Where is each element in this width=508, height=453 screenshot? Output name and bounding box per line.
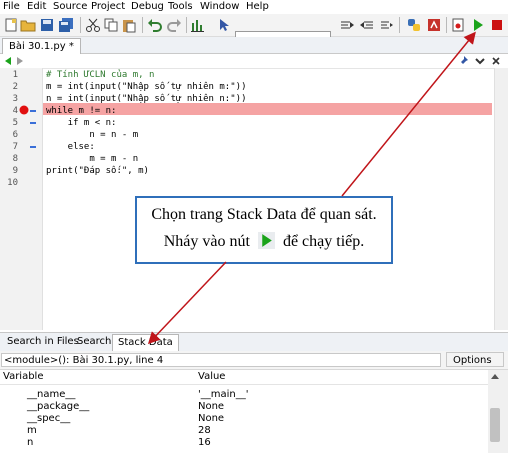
arrow-to-stack-data-tab	[147, 261, 227, 345]
variable-name[interactable]: __package__	[27, 401, 89, 412]
menu-bar: File Edit Source Project Debug Tools Win…	[0, 0, 508, 14]
fold-marker-icon[interactable]	[30, 110, 36, 112]
line-number: 10	[7, 178, 18, 188]
file-tab[interactable]: Bài 30.1.py *	[2, 38, 81, 54]
run-icon	[257, 232, 275, 249]
debug-icon[interactable]	[450, 17, 466, 33]
line-number: 7	[12, 142, 18, 152]
line-number: 4	[12, 106, 18, 116]
options-label: Options	[453, 355, 492, 366]
find-next-icon[interactable]	[339, 17, 355, 33]
callout-line-1: Chọn trang Stack Data để quan sát.	[151, 206, 377, 223]
forward-icon[interactable]	[15, 56, 25, 66]
copy-icon[interactable]	[103, 17, 119, 33]
stack-frame-select[interactable]: <module>(): Bài 30.1.py, line 4	[1, 353, 441, 367]
open-folder-icon[interactable]	[20, 17, 36, 33]
scroll-up-icon[interactable]	[490, 372, 500, 380]
fold-marker-icon[interactable]	[30, 122, 36, 124]
editor-scrollbar[interactable]	[494, 68, 508, 330]
scrollbar-thumb[interactable]	[490, 408, 500, 442]
menu-window[interactable]: Window	[200, 1, 239, 12]
tab-stack-data[interactable]: Stack Data	[112, 334, 179, 351]
back-icon[interactable]	[3, 56, 13, 66]
new-file-icon[interactable]	[3, 17, 19, 33]
menu-tools[interactable]: Tools	[168, 1, 193, 12]
code-line: if m < n:	[46, 118, 117, 128]
line-number: 9	[12, 166, 18, 176]
variable-name[interactable]: n	[27, 437, 33, 448]
col-variable: Variable	[3, 371, 44, 382]
python-icon[interactable]	[406, 17, 422, 33]
replace-icon[interactable]	[379, 17, 395, 33]
code-line: while m != n:	[46, 106, 117, 116]
package-icon[interactable]	[426, 17, 442, 33]
breakpoint-icon[interactable]	[19, 105, 29, 115]
pointer-icon[interactable]	[216, 17, 232, 33]
paste-icon[interactable]	[121, 17, 137, 33]
run-icon[interactable]	[470, 17, 486, 33]
code-line: m = m - n	[46, 154, 139, 164]
variable-name[interactable]: __name__	[27, 389, 75, 400]
fold-marker-icon[interactable]	[30, 146, 36, 148]
callout-text-before: Nháy vào nút	[163, 233, 250, 250]
line-number: 3	[12, 94, 18, 104]
line-number: 6	[12, 130, 18, 140]
line-number: 8	[12, 154, 18, 164]
menu-project[interactable]: Project	[91, 1, 125, 12]
stats-icon[interactable]	[190, 17, 206, 33]
save-all-icon[interactable]	[58, 17, 74, 33]
variable-value: None	[198, 413, 225, 424]
col-value: Value	[198, 371, 226, 382]
menu-source[interactable]: Source	[53, 1, 87, 12]
toolbar: …	[0, 14, 508, 46]
menu-edit[interactable]: Edit	[27, 1, 46, 12]
close-editor-icon[interactable]	[491, 56, 501, 66]
code-line: n = n - m	[46, 130, 139, 140]
pin-icon[interactable]	[457, 55, 469, 67]
options-button[interactable]: Options ▼	[446, 352, 504, 380]
stop-icon[interactable]	[489, 17, 505, 33]
editor-nav-row	[0, 54, 508, 69]
variable-value: '__main__'	[198, 389, 249, 400]
line-number: 1	[12, 70, 18, 80]
instruction-callout: Chọn trang Stack Data để quan sát. Nháy …	[135, 196, 393, 264]
variable-value: None	[198, 401, 225, 412]
undo-icon[interactable]	[147, 17, 163, 33]
menu-file[interactable]: File	[3, 1, 20, 12]
menu-debug[interactable]: Debug	[131, 1, 164, 12]
line-number: 2	[12, 82, 18, 92]
menu-help[interactable]: Help	[246, 1, 269, 12]
variable-value: 16	[198, 437, 211, 448]
cut-icon[interactable]	[85, 17, 101, 33]
chevron-down-icon[interactable]	[475, 56, 485, 66]
code-line: m = int(input("Nhập số tự nhiên m:"))	[46, 82, 247, 92]
tab-search[interactable]: Search	[72, 334, 116, 350]
code-line: else:	[46, 142, 95, 152]
variable-table-header	[0, 370, 508, 385]
code-line: # Tính ƯCLN của m, n	[46, 70, 155, 80]
redo-icon[interactable]	[166, 17, 182, 33]
variable-name[interactable]: __spec__	[27, 413, 70, 424]
variable-value: 28	[198, 425, 211, 436]
callout-line-2: Nháy vào nút để chạy tiếp.	[137, 232, 391, 251]
code-line: n = int(input("Nhập số tự nhiên n:"))	[46, 94, 247, 104]
callout-text-after: để chạy tiếp.	[282, 233, 365, 250]
save-icon[interactable]	[39, 17, 55, 33]
variable-name[interactable]: m	[27, 425, 37, 436]
find-prev-icon[interactable]	[359, 17, 375, 33]
code-line: print("Đáp số:", m)	[46, 166, 149, 176]
line-number: 5	[12, 118, 18, 128]
